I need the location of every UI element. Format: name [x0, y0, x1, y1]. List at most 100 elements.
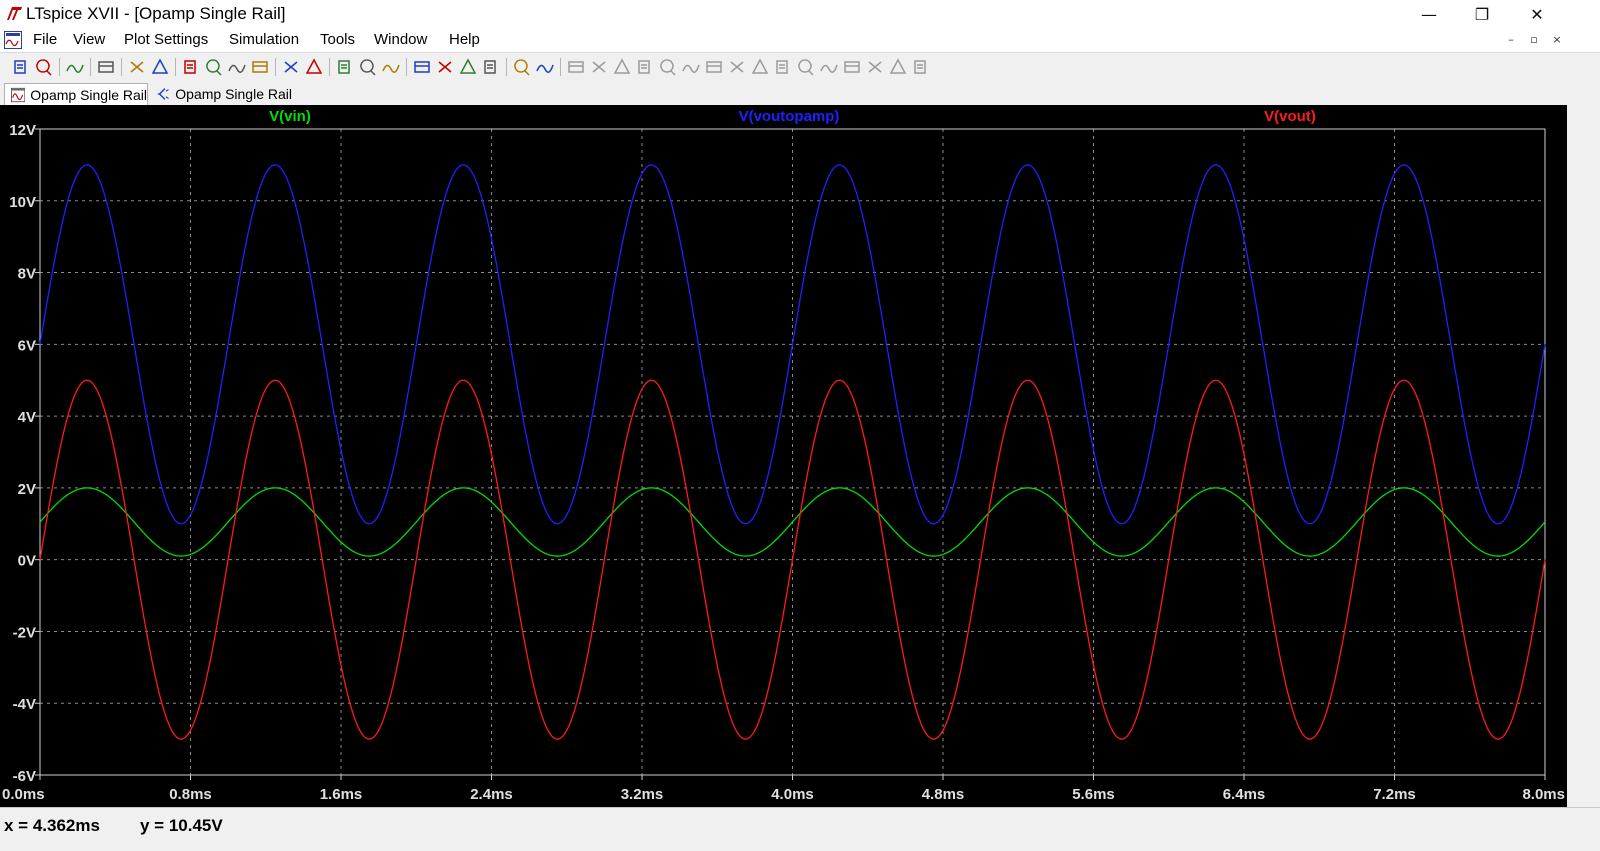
- cut-icon[interactable]: [411, 57, 433, 77]
- trace-vvin: [39, 487, 1546, 557]
- toolbar-separator: [121, 58, 122, 76]
- menu-plot-settings[interactable]: Plot Settings: [124, 31, 208, 48]
- mdi-close-button[interactable]: ×: [1549, 33, 1565, 47]
- x-tick-label: 3.2ms: [621, 786, 664, 803]
- toolbar-separator: [59, 58, 60, 76]
- y-tick-label: 10V: [9, 194, 36, 211]
- legend-label-vvoutopamp: V(voutopamp): [739, 108, 840, 125]
- undo-icon[interactable]: [795, 57, 817, 77]
- mdi-minimize-button[interactable]: –: [1503, 33, 1519, 47]
- new-schematic-icon[interactable]: [10, 57, 32, 77]
- maximize-button[interactable]: ❐: [1459, 0, 1505, 28]
- move-icon[interactable]: [749, 57, 771, 77]
- zoom-in-icon[interactable]: [203, 57, 225, 77]
- diode-icon[interactable]: [703, 57, 725, 77]
- x-tick-label: 8.0ms: [1522, 786, 1565, 803]
- menu-help[interactable]: Help: [449, 31, 480, 48]
- menu-file[interactable]: File: [33, 31, 57, 48]
- toolbar-separator: [175, 58, 176, 76]
- halt-icon[interactable]: [149, 57, 171, 77]
- right-panel: [1567, 105, 1600, 807]
- label-icon[interactable]: [611, 57, 633, 77]
- menu-simulation[interactable]: Simulation: [229, 31, 299, 48]
- toolbar: [0, 53, 1600, 82]
- menu-window[interactable]: Window: [374, 31, 427, 48]
- x-tick-label: 4.0ms: [771, 786, 814, 803]
- x-tick-label: 7.2ms: [1373, 786, 1416, 803]
- x-tick-label: 4.8ms: [922, 786, 965, 803]
- x-tick-label: 1.6ms: [320, 786, 363, 803]
- control-panel-icon[interactable]: [95, 57, 117, 77]
- close-button[interactable]: ✕: [1514, 0, 1560, 28]
- mdi-restore-button[interactable]: ▫: [1526, 33, 1542, 47]
- y-tick-label: -6V: [13, 768, 36, 785]
- run-icon[interactable]: [126, 57, 148, 77]
- zoom-area-icon[interactable]: [180, 57, 202, 77]
- y-tick-label: 0V: [18, 553, 36, 570]
- toolbar-separator: [275, 58, 276, 76]
- wire-icon[interactable]: [565, 57, 587, 77]
- window-title: LTspice XVII - [Opamp Single Rail]: [26, 4, 286, 23]
- waveform-document-icon[interactable]: [4, 31, 22, 49]
- save-icon[interactable]: [64, 57, 86, 77]
- mirror-icon[interactable]: [864, 57, 886, 77]
- text-icon[interactable]: [887, 57, 909, 77]
- copy-icon[interactable]: [434, 57, 456, 77]
- zoom-out-icon[interactable]: [226, 57, 248, 77]
- resistor-icon[interactable]: [634, 57, 656, 77]
- x-tick-label: 2.4ms: [470, 786, 513, 803]
- minimize-button[interactable]: —: [1406, 0, 1452, 28]
- ground-icon[interactable]: [588, 57, 610, 77]
- toolbar-separator: [506, 58, 507, 76]
- y-tick-label: -4V: [13, 696, 36, 713]
- toolbar-separator: [406, 58, 407, 76]
- rotate-icon[interactable]: [841, 57, 863, 77]
- drag-icon[interactable]: [772, 57, 794, 77]
- tab-schematic[interactable]: Opamp Single Rail: [150, 83, 292, 104]
- y-tick-label: 6V: [18, 337, 36, 354]
- redo-icon[interactable]: [818, 57, 840, 77]
- menu-tools[interactable]: Tools: [320, 31, 355, 48]
- x-tick-label: 0.0ms: [2, 786, 45, 803]
- tab-waveform[interactable]: Opamp Single Rail: [4, 83, 148, 105]
- plot-settings-icon[interactable]: [303, 57, 325, 77]
- find-icon[interactable]: [480, 57, 502, 77]
- tab-label: Opamp Single Rail: [30, 86, 147, 103]
- waveform-icon: [11, 87, 26, 102]
- ltspice-logo-icon: [7, 7, 22, 20]
- tile-vertical-icon[interactable]: [380, 57, 402, 77]
- inductor-icon[interactable]: [680, 57, 702, 77]
- component-icon[interactable]: [726, 57, 748, 77]
- tab-label: Opamp Single Rail: [175, 85, 292, 102]
- toolbar-separator: [560, 58, 561, 76]
- y-tick-label: -2V: [13, 624, 36, 641]
- legend-label-vvin: V(vin): [269, 108, 311, 125]
- cascade-icon[interactable]: [357, 57, 379, 77]
- title-bar[interactable]: LTspice XVII - [Opamp Single Rail] — ❐ ✕: [0, 0, 1600, 28]
- x-tick-label: 0.8ms: [169, 786, 212, 803]
- zoom-fit-icon[interactable]: [249, 57, 271, 77]
- status-bar: x = 4.362ms y = 10.45V: [0, 807, 1600, 851]
- y-tick-label: 2V: [18, 481, 36, 498]
- x-tick-label: 5.6ms: [1072, 786, 1115, 803]
- print-icon[interactable]: [534, 57, 556, 77]
- waveform-chart: 12V 10V 8V 6V 4V 2V 0V -2V -4V -6V0.0ms 0.8ms 1.6ms…: [2, 108, 1565, 803]
- spice-directive-icon[interactable]: [910, 57, 932, 77]
- menu-bar: File View Plot Settings Simulation Tools…: [0, 28, 1600, 53]
- tile-horizontal-icon[interactable]: [334, 57, 356, 77]
- paste-icon[interactable]: [457, 57, 479, 77]
- x-tick-label: 6.4ms: [1223, 786, 1266, 803]
- y-tick-label: 4V: [18, 409, 36, 426]
- y-tick-label: 12V: [9, 122, 36, 139]
- menu-view[interactable]: View: [73, 31, 105, 48]
- tab-bar: Opamp Single Rail Opamp Single Rail: [0, 81, 1600, 105]
- schematic-icon: [157, 87, 169, 100]
- open-icon[interactable]: [33, 57, 55, 77]
- waveform-plot[interactable]: 12V 10V 8V 6V 4V 2V 0V -2V -4V -6V 0.0ms 0.8ms 1.6ms…: [0, 105, 1567, 807]
- y-tick-label: 8V: [18, 266, 36, 283]
- toolbar-separator: [90, 58, 91, 76]
- capacitor-icon[interactable]: [657, 57, 679, 77]
- cursor-y-readout: y = 10.45V: [140, 816, 223, 835]
- print-preview-icon[interactable]: [511, 57, 533, 77]
- autorange-icon[interactable]: [280, 57, 302, 77]
